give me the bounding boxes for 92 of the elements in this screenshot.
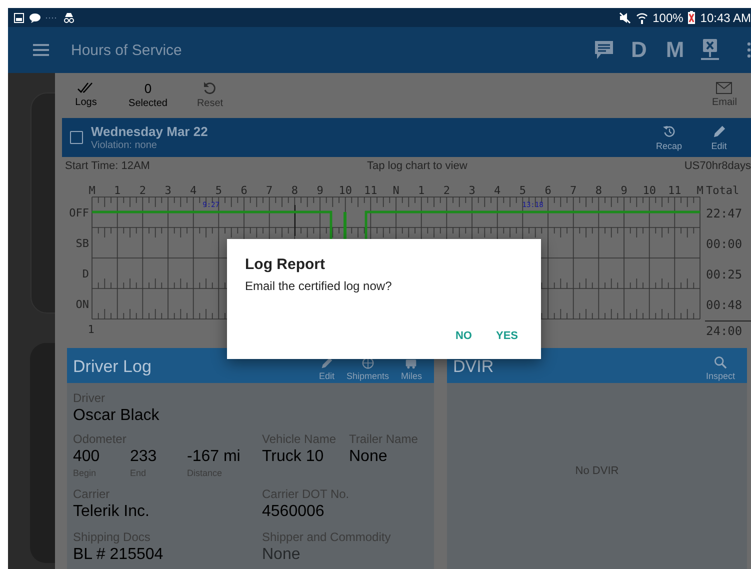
dots-icon — [46, 16, 58, 20]
dialog-message: Email the certified log now? — [245, 279, 393, 293]
violation-text: Violation: none — [91, 140, 158, 151]
hour-label: 10 — [338, 184, 352, 197]
search-icon — [714, 356, 727, 369]
double-check-icon — [77, 82, 95, 94]
duty-total: 00:25 — [706, 267, 742, 282]
field-value: 4560006 — [262, 502, 326, 522]
network-icon[interactable] — [700, 39, 720, 61]
globe-icon — [362, 356, 374, 368]
hour-label: 4 — [494, 184, 501, 197]
app-title: Hours of Service — [71, 42, 182, 58]
wifi-icon — [636, 12, 648, 24]
dialog-button[interactable]: YES — [486, 326, 527, 346]
app-bar-action[interactable]: D — [621, 37, 657, 63]
chat-icon — [29, 12, 41, 22]
field-value: None — [262, 545, 302, 565]
duty-total: 00:00 — [706, 236, 742, 251]
card-action-button[interactable]: Edit — [318, 356, 334, 380]
time-marker-line — [294, 204, 296, 236]
field-value: Truck 10 — [262, 447, 325, 467]
day-index: 1 — [88, 323, 94, 336]
ruleset-text: US70hr8days — [684, 160, 751, 174]
odometer-value: 400 — [73, 447, 101, 467]
history-icon — [662, 124, 676, 138]
card-action-button[interactable]: Miles — [400, 356, 422, 380]
field-value: Telerik Inc. — [73, 502, 150, 522]
field-value: None — [349, 447, 388, 467]
day-action-button[interactable]: Edit — [701, 124, 737, 150]
field-value: BL # 215504 — [73, 545, 164, 565]
pencil-icon — [712, 124, 726, 138]
day-checkbox[interactable] — [70, 131, 83, 144]
card-title: Driver Log — [73, 356, 152, 377]
envelope-icon — [716, 82, 732, 94]
grand-total: 24:00 — [706, 324, 742, 338]
hour-label: 6 — [240, 184, 248, 197]
chart-hint: Tap log chart to view — [367, 160, 468, 174]
incognito-icon — [63, 12, 75, 22]
hour-label: 7 — [570, 184, 577, 197]
toolbar-button[interactable]: Logs — [68, 82, 104, 108]
day-action-button[interactable]: Recap — [651, 124, 687, 150]
truck-icon — [405, 356, 418, 368]
hour-label: 11 — [668, 184, 682, 197]
menu-icon[interactable] — [33, 44, 49, 56]
card-action-button[interactable]: Shipments — [346, 356, 389, 380]
hour-label: 11 — [364, 184, 378, 197]
hour-label: 5 — [215, 184, 222, 197]
undo-icon — [203, 81, 217, 95]
toolbar-button[interactable]: 0 Selected — [122, 82, 174, 108]
day-title: Wednesday Mar 22 — [91, 124, 208, 139]
app-bar-action[interactable]: M — [657, 37, 693, 63]
hour-label: 3 — [468, 184, 476, 197]
clock: 10:43 AM — [700, 10, 751, 24]
hour-label: 8 — [595, 184, 602, 197]
pencil-icon — [320, 356, 333, 368]
hour-label: 6 — [544, 184, 552, 197]
hour-label: 1 — [114, 184, 121, 197]
hour-label: 3 — [164, 184, 172, 197]
hour-label: 4 — [190, 184, 197, 197]
total-label: Total — [706, 184, 740, 197]
picture-icon — [14, 12, 24, 22]
card-title: DVIR — [453, 356, 494, 377]
duty-status-label: ON — [76, 298, 89, 311]
hour-label: 7 — [266, 184, 273, 197]
hour-label: 5 — [519, 184, 526, 197]
duty-status-label: D — [82, 267, 89, 280]
dialog-button[interactable]: NO — [446, 326, 481, 346]
mute-icon — [618, 12, 631, 24]
duty-total: 22:47 — [706, 206, 742, 220]
hour-label: N — [392, 184, 400, 197]
dialog-title: Log Report — [245, 255, 326, 275]
battery-percent: 100% — [652, 10, 684, 24]
field-value: Oscar Black — [73, 406, 160, 426]
hour-label: 1 — [418, 184, 425, 197]
hour-label: 9 — [620, 184, 628, 197]
duty-status-label: OFF — [69, 206, 89, 220]
message-icon[interactable] — [594, 40, 614, 60]
hour-label: 8 — [291, 184, 298, 197]
duty-status-label: SB — [76, 236, 89, 250]
hour-label: 10 — [642, 184, 656, 197]
odometer-value: 233 — [130, 447, 158, 467]
hour-label: 2 — [443, 184, 450, 197]
inspect-button[interactable]: Inspect — [706, 356, 735, 381]
battery-icon — [688, 11, 696, 24]
start-time-text: Start Time: 12AM — [65, 160, 150, 174]
odometer-value: -167 mi — [187, 447, 242, 467]
hour-label: M — [696, 184, 704, 197]
hour-label: 9 — [316, 184, 324, 197]
hour-label: M — [88, 184, 96, 197]
hour-label: 2 — [139, 184, 146, 197]
duty-total: 00:48 — [706, 298, 742, 312]
more-icon[interactable] — [747, 42, 751, 58]
